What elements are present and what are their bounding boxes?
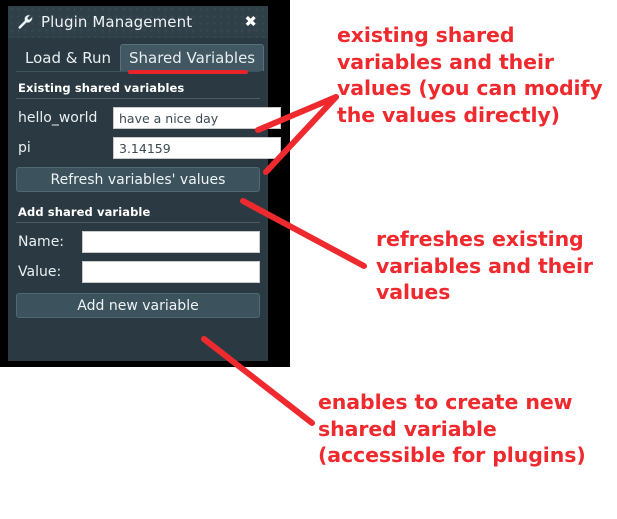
refresh-variables-button[interactable]: Refresh variables' values bbox=[16, 167, 260, 192]
annotation-existing-variables: existing shared variables and their valu… bbox=[337, 23, 603, 127]
new-variable-name-input[interactable] bbox=[82, 231, 260, 253]
panel-body: Load & Run Shared Variables Existing sha… bbox=[8, 38, 281, 361]
tab-strip: Load & Run Shared Variables bbox=[16, 44, 265, 74]
annotation-add-variable: enables to create new shared variable (a… bbox=[318, 390, 586, 468]
variable-name-hello-world: hello_world bbox=[18, 110, 98, 126]
variable-value-input-pi[interactable] bbox=[113, 137, 281, 159]
existing-variables-heading: Existing shared variables bbox=[16, 74, 260, 99]
add-new-variable-button[interactable]: Add new variable bbox=[16, 293, 260, 318]
window-inner: Plugin Management ✖ Load & Run Shared Va… bbox=[8, 6, 281, 361]
new-variable-value-label: Value: bbox=[18, 264, 62, 280]
variable-name-pi: pi bbox=[18, 140, 31, 156]
new-variable-value-row: Value: bbox=[16, 261, 260, 283]
plugin-management-window: Plugin Management ✖ Load & Run Shared Va… bbox=[0, 0, 290, 367]
variable-value-input-hello-world[interactable] bbox=[113, 107, 281, 129]
tab-load-and-run[interactable]: Load & Run bbox=[16, 44, 120, 71]
variable-row-hello-world: hello_world bbox=[16, 107, 281, 129]
new-variable-name-row: Name: bbox=[16, 231, 260, 253]
title-bar[interactable]: Plugin Management ✖ bbox=[8, 6, 268, 38]
new-variable-value-input[interactable] bbox=[82, 261, 260, 283]
add-variable-heading: Add shared variable bbox=[16, 198, 260, 223]
window-title: Plugin Management bbox=[41, 13, 193, 31]
wrench-icon bbox=[17, 14, 34, 31]
new-variable-name-label: Name: bbox=[18, 234, 65, 250]
close-icon[interactable]: ✖ bbox=[244, 14, 257, 30]
variable-row-pi: pi bbox=[16, 137, 281, 159]
tab-shared-variables[interactable]: Shared Variables bbox=[119, 44, 265, 71]
active-tab-highlight bbox=[128, 70, 248, 74]
annotation-refresh-button: refreshes existing variables and their v… bbox=[376, 227, 593, 305]
